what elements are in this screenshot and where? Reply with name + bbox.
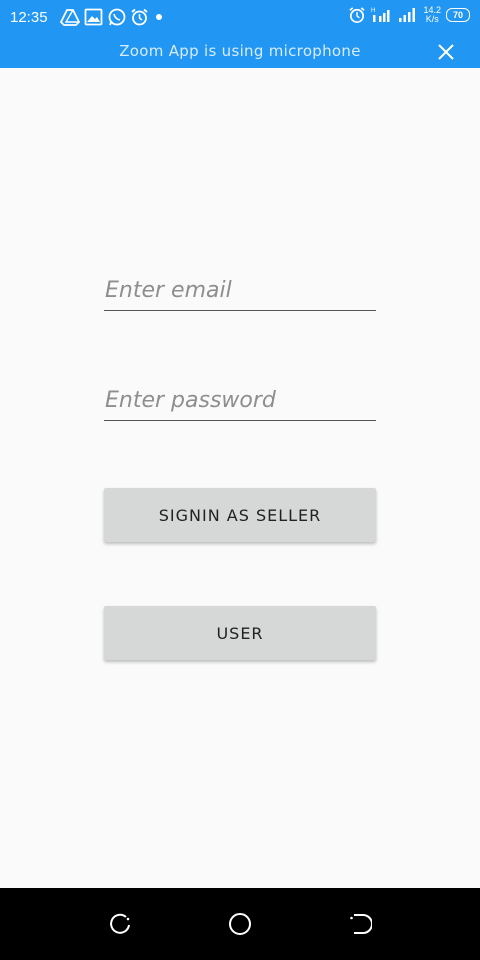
email-input[interactable] [104, 270, 376, 310]
network-speed: 14.2 K/s [423, 6, 441, 24]
signin-as-seller-button[interactable]: SIGNIN AS SELLER [104, 488, 376, 542]
back-icon[interactable] [348, 912, 372, 936]
password-field[interactable] [104, 380, 376, 421]
notification-icons [60, 8, 165, 26]
recent-apps-icon[interactable] [108, 912, 132, 936]
gallery-icon [84, 8, 103, 26]
dot-icon [156, 14, 162, 20]
network-speed-unit: K/s [425, 14, 439, 24]
close-icon[interactable] [437, 43, 455, 61]
banner-text: Zoom App is using microphone [119, 42, 361, 60]
whatsapp-icon [108, 8, 126, 26]
alarm-icon [131, 8, 148, 26]
drive-icon [60, 9, 80, 26]
user-button[interactable]: USER [104, 606, 376, 660]
microphone-banner[interactable]: Zoom App is using microphone [0, 36, 480, 68]
status-time: 12:35 [10, 9, 48, 26]
system-icons: H 14.2 K/s 70 [348, 6, 470, 24]
signal-icon [399, 8, 416, 22]
home-icon[interactable] [228, 912, 252, 936]
alarm-icon [349, 7, 366, 23]
status-bar: 12:35 H 14.2 K/s 70 [0, 0, 480, 36]
battery-indicator: 70 [446, 8, 470, 22]
signal-icon: H [371, 8, 390, 22]
svg-text:H: H [371, 8, 375, 14]
password-input[interactable] [104, 380, 376, 420]
email-field[interactable] [104, 270, 376, 311]
navigation-bar [0, 888, 480, 960]
